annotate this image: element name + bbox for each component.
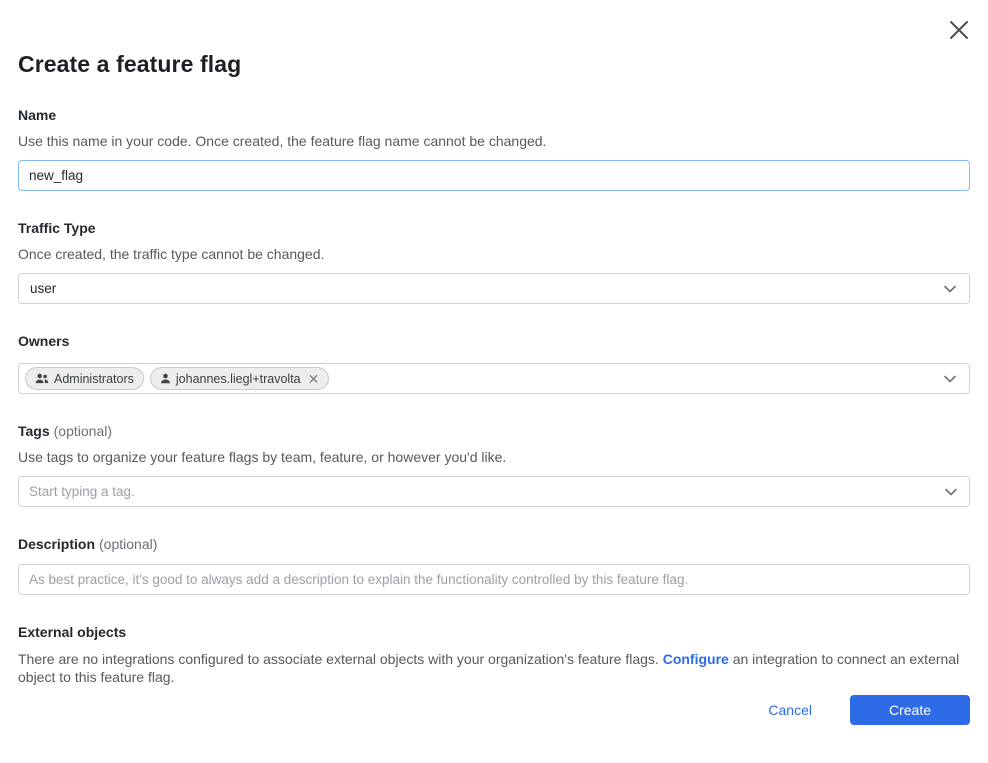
close-icon: [948, 19, 970, 41]
owners-label: Owners: [18, 333, 69, 349]
modal-title: Create a feature flag: [18, 50, 970, 78]
tags-input[interactable]: [18, 476, 970, 507]
owner-chip-administrators[interactable]: Administrators: [25, 367, 144, 390]
tags-label: Tags: [18, 423, 50, 439]
external-objects-label: External objects: [18, 624, 126, 640]
owners-multiselect[interactable]: Administrators johannes.liegl+travolta ✕: [18, 363, 970, 394]
owner-chip-label: Administrators: [54, 372, 134, 386]
traffic-type-field-group: Traffic Type Once created, the traffic t…: [18, 220, 970, 304]
name-input[interactable]: [18, 160, 970, 191]
owner-chip-user[interactable]: johannes.liegl+travolta ✕: [150, 367, 329, 390]
external-objects-text-before: There are no integrations configured to …: [18, 651, 663, 667]
group-icon: [35, 373, 49, 384]
description-optional-label: (optional): [99, 536, 157, 552]
traffic-type-label: Traffic Type: [18, 220, 96, 236]
remove-owner-icon[interactable]: ✕: [308, 372, 320, 386]
description-label-row: Description(optional): [18, 536, 970, 554]
modal-footer: Cancel Create: [758, 695, 970, 725]
tags-combobox: [18, 476, 970, 507]
close-button[interactable]: [943, 14, 975, 46]
traffic-type-selected-value: user: [30, 281, 56, 296]
external-objects-text: There are no integrations configured to …: [18, 650, 970, 686]
tags-optional-label: (optional): [54, 423, 112, 439]
traffic-type-help-text: Once created, the traffic type cannot be…: [18, 246, 970, 263]
name-field-group: Name Use this name in your code. Once cr…: [18, 107, 970, 191]
traffic-type-select[interactable]: user: [18, 273, 970, 304]
chevron-down-icon: [944, 375, 956, 383]
modal-content: Create a feature flag Name Use this name…: [0, 50, 988, 686]
tags-field-group: Tags(optional) Use tags to organize your…: [18, 423, 970, 507]
description-label: Description: [18, 536, 95, 552]
tags-label-row: Tags(optional): [18, 423, 970, 441]
name-help-text: Use this name in your code. Once created…: [18, 133, 970, 150]
configure-link[interactable]: Configure: [663, 651, 729, 667]
description-field-group: Description(optional): [18, 536, 970, 595]
tags-help-text: Use tags to organize your feature flags …: [18, 449, 970, 466]
owners-field-group: Owners Administrators: [18, 333, 970, 394]
chevron-down-icon: [944, 285, 956, 293]
description-input[interactable]: [18, 564, 970, 595]
name-label: Name: [18, 107, 56, 123]
external-objects-group: External objects There are no integratio…: [18, 624, 970, 686]
create-feature-flag-modal: Create a feature flag Name Use this name…: [0, 0, 988, 763]
person-icon: [160, 373, 171, 384]
create-button[interactable]: Create: [850, 695, 970, 725]
cancel-button[interactable]: Cancel: [758, 696, 822, 724]
owner-chip-label: johannes.liegl+travolta: [176, 372, 301, 386]
